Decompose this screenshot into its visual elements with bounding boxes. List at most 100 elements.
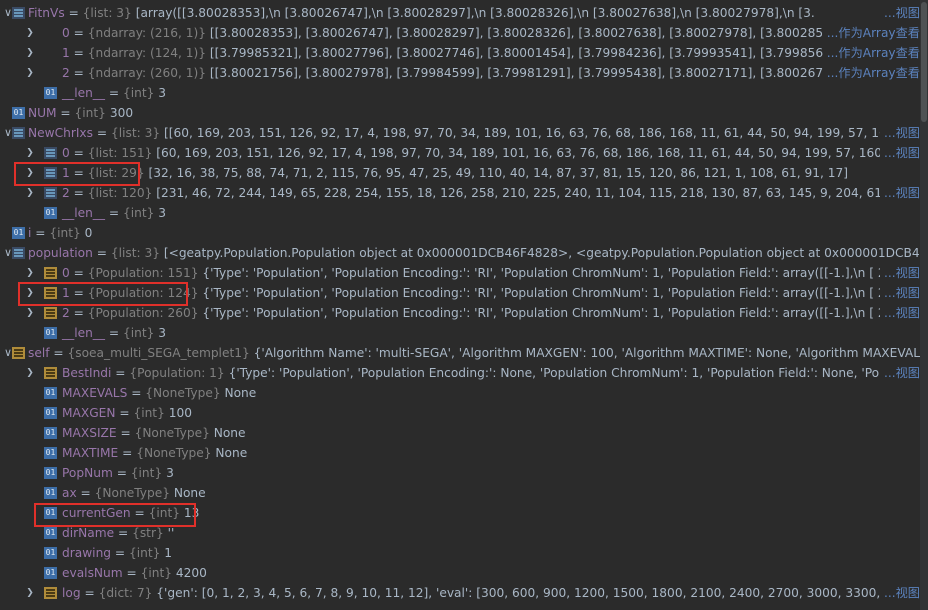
variable-value: 3: [158, 86, 166, 100]
variable-value: {'gen': [0, 1, 2, 3, 4, 5, 6, 7, 8, 9, 1…: [156, 586, 920, 600]
variable-entry: MAXGEN = {int} 100: [62, 403, 192, 423]
variable-name: self: [28, 346, 50, 360]
equals-sign: =: [64, 6, 83, 20]
variable-name: __len__: [62, 206, 105, 220]
int-type-icon: 01: [44, 387, 57, 399]
variable-entry: drawing = {int} 1: [62, 543, 172, 563]
variable-value: [[3.80028353], [3.80026747], [3.80028297…: [209, 26, 920, 40]
expand-arrow-right-icon[interactable]: ❯: [24, 303, 36, 323]
view-link[interactable]: ...视图: [880, 263, 920, 283]
tree-row[interactable]: 01 __len__ = {int} 3: [0, 203, 920, 223]
tree-row[interactable]: 01 __len__ = {int} 3: [0, 83, 920, 103]
variable-type: {NoneType}: [134, 426, 210, 440]
view-as-array-link[interactable]: ...作为Array查看: [822, 63, 920, 83]
tree-row[interactable]: ❯ 2 = {Population: 260} {'Type': 'Populat…: [0, 303, 920, 323]
variable-entry: NewChrIxs = {list: 3} [[60, 169, 203, 15…: [28, 123, 920, 143]
tree-row[interactable]: 01 MAXSIZE = {NoneType} None: [0, 423, 920, 443]
variable-name: 0: [62, 26, 70, 40]
view-link[interactable]: ...视图: [880, 3, 920, 23]
variable-entry: 0 = {Population: 151} {'Type': 'Populati…: [62, 263, 910, 283]
variable-value: [<geatpy.Population.Population object at…: [163, 246, 920, 260]
tree-row[interactable]: ❯ 0 = {Population: 151} {'Type': 'Populat…: [0, 263, 920, 283]
variable-type: {int}: [122, 86, 155, 100]
tree-row[interactable]: 01 evalsNum = {int} 4200: [0, 563, 920, 583]
expand-arrow-right-icon[interactable]: ❯: [24, 263, 36, 283]
equals-sign: =: [122, 566, 141, 580]
variable-type: {NoneType}: [136, 446, 212, 460]
tree-row[interactable]: ❯ BestIndi = {Population: 1} {'Type': 'Po…: [0, 363, 920, 383]
expand-arrow-right-icon[interactable]: ❯: [24, 63, 36, 83]
expand-arrow-right-icon[interactable]: ❯: [24, 143, 36, 163]
variable-value: 1: [164, 546, 173, 560]
tree-row[interactable]: 01 ax = {NoneType} None: [0, 483, 920, 503]
view-as-array-link[interactable]: ...作为Array查看: [822, 43, 920, 63]
expand-arrow-right-icon[interactable]: ❯: [24, 363, 36, 383]
view-link[interactable]: ...视图: [880, 123, 920, 143]
variable-entry: PopNum = {int} 3: [62, 463, 174, 483]
view-as-array-link[interactable]: ...作为Array查看: [822, 23, 920, 43]
tree-row[interactable]: ❯ 2 = {ndarray: (260, 1)} [[3.80021756], …: [0, 63, 920, 83]
equals-sign: =: [112, 466, 131, 480]
equals-sign: =: [69, 26, 88, 40]
tree-row[interactable]: 01 MAXEVALS = {NoneType} None: [0, 383, 920, 403]
tree-row[interactable]: 01 NUM = {int} 300: [0, 103, 920, 123]
expand-arrow-right-icon[interactable]: ❯: [24, 583, 36, 603]
tree-row[interactable]: ❯ 1 = {ndarray: (124, 1)} [[3.79985321], …: [0, 43, 920, 63]
variable-name: 2: [62, 66, 70, 80]
variable-entry: 2 = {list: 120} [231, 46, 72, 244, 149, …: [62, 183, 920, 203]
view-link[interactable]: ...视图: [880, 283, 920, 303]
variable-name: 0: [62, 266, 70, 280]
equals-sign: =: [111, 546, 129, 560]
tree-row[interactable]: ❯ log = {dict: 7} {'gen': [0, 1, 2, 3, 4,…: [0, 583, 920, 603]
variable-name: NUM: [28, 106, 57, 120]
variable-value: 100: [168, 406, 192, 420]
tree-row[interactable]: 01 MAXGEN = {int} 100: [0, 403, 920, 423]
vertical-scrollbar[interactable]: [920, 0, 928, 610]
list-type-icon: [12, 7, 25, 19]
view-link[interactable]: ...视图: [880, 183, 920, 203]
variable-value: [231, 46, 72, 244, 149, 65, 228, 254, 15…: [156, 186, 920, 200]
variable-value: 300: [109, 106, 134, 120]
expand-arrow-right-icon[interactable]: ❯: [24, 23, 36, 43]
tree-row[interactable]: 01 drawing = {int} 1: [0, 543, 920, 563]
expand-arrow-right-icon[interactable]: ❯: [24, 183, 36, 203]
variable-type: {Population: 1}: [129, 366, 225, 380]
variables-tree: ∨ FitnVs = {list: 3} [array([[3.80028353]…: [0, 0, 920, 610]
variable-name: MAXEVALS: [62, 386, 128, 400]
tree-row[interactable]: ∨ population = {list: 3} [<geatpy.Populat…: [0, 243, 920, 263]
variable-name: drawing: [62, 546, 112, 560]
array-type-icon: [44, 67, 57, 79]
array-type-icon: [44, 27, 57, 39]
tree-row[interactable]: ❯ 0 = {list: 151} [60, 169, 203, 151, 126…: [0, 143, 920, 163]
scrollbar-thumb[interactable]: [921, 2, 927, 122]
view-link[interactable]: ...视图: [880, 583, 920, 603]
tree-row[interactable]: ∨ self = {soea_multi_SEGA_templet1} {'Alg…: [0, 343, 920, 363]
variable-entry: self = {soea_multi_SEGA_templet1} {'Algo…: [28, 343, 920, 363]
tree-row[interactable]: 01 PopNum = {int} 3: [0, 463, 920, 483]
tree-row[interactable]: 01 __len__ = {int} 3: [0, 323, 920, 343]
view-link[interactable]: ...视图: [880, 143, 920, 163]
variable-entry: NUM = {int} 300: [28, 103, 133, 123]
variable-value: {'Algorithm Name': 'multi-SEGA', 'Algori…: [253, 346, 920, 360]
variable-type: {list: 3}: [82, 6, 132, 20]
tree-row[interactable]: ∨ NewChrIxs = {list: 3} [[60, 169, 203, 1…: [0, 123, 920, 143]
tree-row[interactable]: 01 i = {int} 0: [0, 223, 920, 243]
tree-row[interactable]: ❯ 2 = {list: 120} [231, 46, 72, 244, 149,…: [0, 183, 920, 203]
equals-sign: =: [111, 366, 130, 380]
view-link[interactable]: ...视图: [880, 363, 920, 383]
tree-row[interactable]: ❯ 0 = {ndarray: (216, 1)} [[3.80028353], …: [0, 23, 920, 43]
equals-sign: =: [76, 486, 95, 500]
variable-entry: MAXSIZE = {NoneType} None: [62, 423, 246, 443]
equals-sign: =: [104, 326, 123, 340]
variable-type: {int}: [130, 466, 163, 480]
tree-row[interactable]: ∨ FitnVs = {list: 3} [array([[3.80028353]…: [0, 3, 920, 23]
expand-arrow-right-icon[interactable]: ❯: [24, 43, 36, 63]
variable-name: population: [28, 246, 93, 260]
variable-type: {int}: [122, 326, 155, 340]
int-type-icon: 01: [44, 87, 57, 99]
view-link[interactable]: ...视图: [880, 303, 920, 323]
equals-sign: =: [116, 426, 135, 440]
tree-row[interactable]: 01 MAXTIME = {NoneType} None: [0, 443, 920, 463]
int-type-icon: 01: [12, 107, 25, 119]
list-type-icon: [12, 127, 25, 139]
